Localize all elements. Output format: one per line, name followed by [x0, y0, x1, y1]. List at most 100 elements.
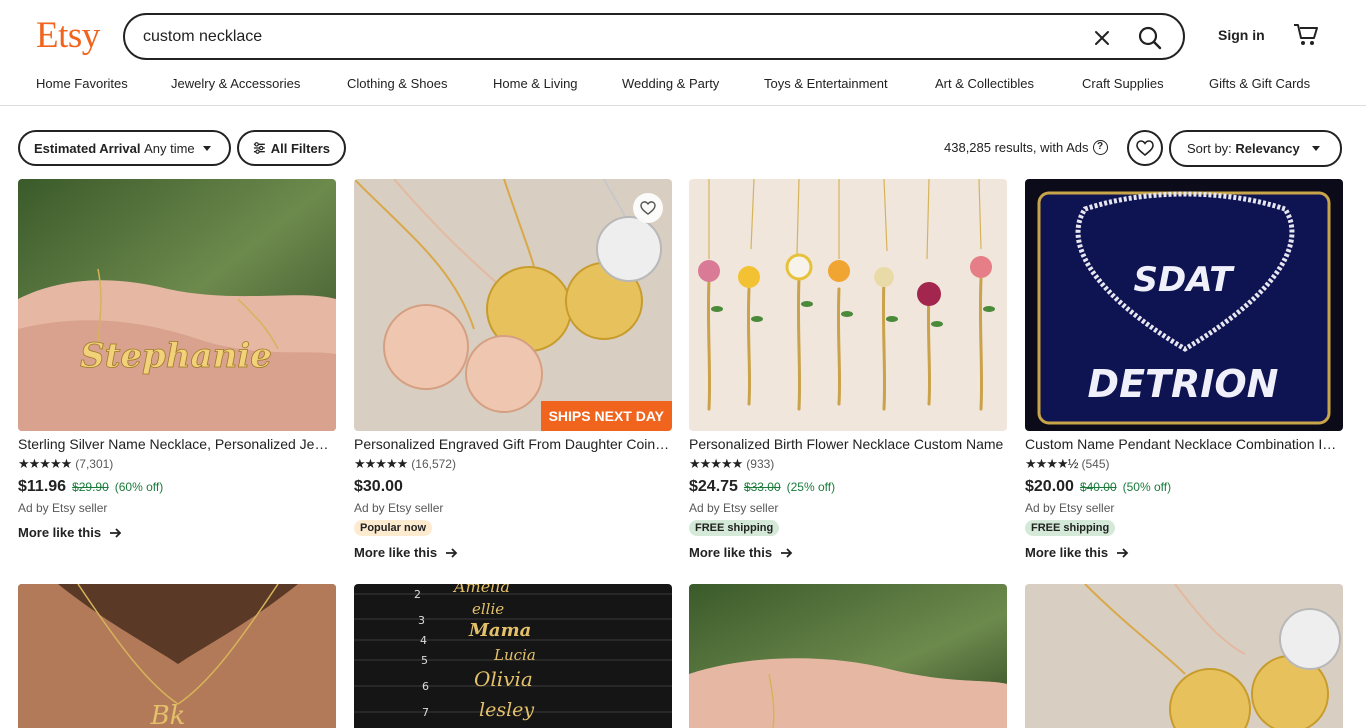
all-filters-label: All Filters: [270, 140, 330, 156]
product-image[interactable]: 2 3 4 5 6 7 Amelia ellie Mama Lucia Oliv…: [354, 584, 672, 728]
product-title[interactable]: Sterling Silver Name Necklace, Personali…: [18, 436, 336, 452]
product-image[interactable]: [689, 179, 1007, 431]
free-shipping-badge: FREE shipping: [1025, 520, 1116, 536]
product-image[interactable]: Bk: [18, 584, 336, 728]
discount: (60% off): [114, 480, 164, 494]
arrow-right-icon: [446, 547, 458, 558]
results-text: 438,285 results, with Ads: [944, 140, 1089, 155]
original-price: $29.90: [72, 480, 109, 494]
nav-jewelry-accessories[interactable]: Jewelry & Accessories: [171, 76, 300, 91]
nav-home-living[interactable]: Home & Living: [493, 76, 578, 91]
results-count: 438,285 results, with Ads ?: [944, 140, 1108, 155]
more-like-this-link[interactable]: More like this: [689, 545, 1007, 560]
more-like-this-link[interactable]: More like this: [1025, 545, 1343, 560]
ships-next-day-tag: SHIPS NEXT DAY: [540, 401, 672, 431]
original-price: $40.00: [1079, 480, 1117, 494]
star-rating-icon: ★★★★★: [18, 456, 72, 471]
review-count: (16,572): [411, 457, 456, 471]
sign-in-link[interactable]: Sign in: [1218, 27, 1265, 43]
product-title[interactable]: Custom Name Pendant Necklace Combination…: [1025, 436, 1343, 452]
search-button[interactable]: [1135, 23, 1165, 53]
popular-now-badge: Popular now: [354, 520, 432, 536]
sale-price: $30.00: [354, 478, 403, 495]
sort-dropdown[interactable]: Sort by: Relevancy: [1169, 130, 1342, 167]
more-like-this-label: More like this: [354, 545, 438, 560]
free-shipping-badge: FREE shipping: [689, 520, 780, 536]
product-card[interactable]: 2 3 4 5 6 7 Amelia ellie Mama Lucia Oliv…: [354, 584, 672, 728]
sliders-icon: [253, 142, 265, 154]
script-name: Mama: [468, 620, 531, 641]
product-photo: Bk: [18, 584, 336, 728]
product-card[interactable]: [689, 584, 1007, 728]
favorite-search-button[interactable]: [1127, 130, 1163, 166]
favorite-button[interactable]: [633, 193, 663, 223]
more-like-this-label: More like this: [18, 525, 102, 540]
nav-toys-entertainment[interactable]: Toys & Entertainment: [764, 76, 888, 91]
nav-wedding-party[interactable]: Wedding & Party: [622, 76, 719, 91]
nav-clothing-shoes[interactable]: Clothing & Shoes: [347, 76, 447, 91]
original-price: $33.00: [743, 480, 781, 494]
clear-search-button[interactable]: [1089, 25, 1115, 51]
arrow-right-icon: [1117, 547, 1129, 558]
product-card[interactable]: Stephanie Sterling Silver Name Necklace,…: [18, 179, 336, 540]
product-card[interactable]: Personalized Birth Flower Necklace Custo…: [689, 179, 1007, 560]
product-card[interactable]: SHIPS NEXT DAY Personalized Engraved Gif…: [354, 179, 672, 560]
product-image[interactable]: SDAT DETRION: [1025, 179, 1343, 431]
etsy-logo[interactable]: Etsy: [36, 14, 100, 57]
product-card[interactable]: [1025, 584, 1343, 728]
size-number: 3: [418, 614, 425, 627]
star-rating-icon: ★★★★★: [354, 456, 408, 471]
more-like-this-link[interactable]: More like this: [18, 525, 336, 540]
search-bar: [123, 13, 1185, 60]
price-row: $11.96 $29.90 (60% off): [18, 478, 336, 498]
arrival-value: Any time: [144, 140, 195, 156]
pendant-bottom-text: DETRION: [1088, 362, 1279, 406]
sale-price: $20.00: [1025, 478, 1074, 495]
nav-gifts-gift-cards[interactable]: Gifts & Gift Cards: [1209, 76, 1310, 91]
size-number: 7: [422, 706, 429, 719]
script-name: ellie: [472, 600, 504, 618]
sort-value: Relevancy: [1235, 141, 1300, 156]
header: Etsy Sign in Home Favorites Jewelry & Ac…: [0, 0, 1366, 106]
star-rating-icon: ★★★★½: [1025, 456, 1078, 471]
svg-text:Bk: Bk: [150, 701, 186, 728]
nav-home-favorites[interactable]: Home Favorites: [36, 76, 128, 91]
cart-button[interactable]: [1292, 22, 1320, 48]
product-image[interactable]: Stephanie: [18, 179, 336, 431]
product-photo: [354, 179, 672, 431]
sale-price: $11.96: [18, 478, 67, 495]
script-name: Amelia: [452, 584, 510, 596]
product-photo: [689, 179, 1007, 431]
help-icon[interactable]: ?: [1092, 140, 1108, 155]
size-number: 6: [422, 680, 429, 693]
price-row: $30.00: [354, 478, 672, 498]
ad-label: Ad by Etsy seller: [18, 501, 108, 515]
size-number: 5: [421, 654, 428, 667]
product-image[interactable]: [1025, 584, 1343, 728]
script-name: Lucia: [493, 646, 536, 664]
close-icon: [1095, 31, 1109, 45]
product-image[interactable]: SHIPS NEXT DAY: [354, 179, 672, 431]
nav-art-collectibles[interactable]: Art & Collectibles: [935, 76, 1034, 91]
search-input[interactable]: [143, 25, 1043, 49]
more-like-this-link[interactable]: More like this: [354, 545, 672, 560]
necklace-name-art: Stephanie: [80, 336, 272, 376]
review-count: (545): [1081, 457, 1110, 471]
ad-label: Ad by Etsy seller: [1025, 501, 1115, 515]
product-photo: [689, 584, 1007, 728]
product-card[interactable]: SDAT DETRION Custom Name Pendant Necklac…: [1025, 179, 1343, 560]
product-title[interactable]: Personalized Birth Flower Necklace Custo…: [689, 436, 1007, 452]
product-image[interactable]: [689, 584, 1007, 728]
caret-down-icon: [202, 145, 211, 151]
all-filters-button[interactable]: All Filters: [237, 130, 346, 166]
nav-craft-supplies[interactable]: Craft Supplies: [1082, 76, 1164, 91]
review-count: (933): [746, 457, 775, 471]
script-name: lesley: [479, 699, 534, 721]
arrow-right-icon: [781, 547, 793, 558]
product-rating: ★★★★★ (7,301): [18, 456, 336, 472]
product-title[interactable]: Personalized Engraved Gift From Daughter…: [354, 436, 672, 452]
review-count: (7,301): [75, 457, 114, 471]
estimated-arrival-filter[interactable]: Estimated Arrival Any time: [18, 130, 231, 166]
product-card[interactable]: Bk: [18, 584, 336, 728]
product-rating: ★★★★½ (545): [1025, 456, 1343, 472]
